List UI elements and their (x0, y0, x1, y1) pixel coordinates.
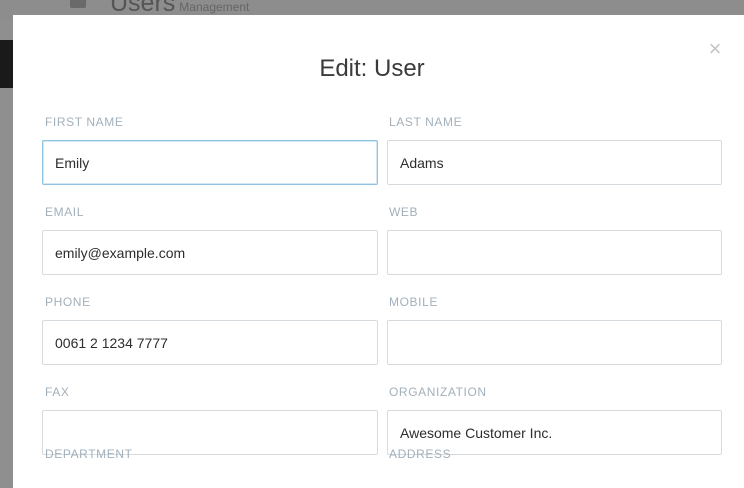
modal-title: Edit: User (319, 55, 425, 82)
background-sidebar-strip (0, 40, 13, 88)
mobile-input[interactable] (387, 320, 722, 365)
web-input[interactable] (387, 230, 722, 275)
phone-label: PHONE (45, 295, 91, 309)
menu-icon (70, 0, 86, 8)
organization-label: ORGANIZATION (389, 385, 487, 399)
mobile-label: MOBILE (389, 295, 438, 309)
background-page-subtitle: Management (179, 0, 250, 14)
department-label: DEPARTMENT (45, 447, 133, 461)
phone-input[interactable] (42, 320, 378, 365)
last-name-label: LAST NAME (389, 115, 463, 129)
edit-user-modal: × Edit: User FIRST NAME LAST NAME EMAIL … (13, 15, 744, 488)
first-name-label: FIRST NAME (45, 115, 124, 129)
fax-label: FAX (45, 385, 70, 399)
web-label: WEB (389, 205, 419, 219)
address-label: ADDRESS (389, 447, 452, 461)
email-input[interactable] (42, 230, 378, 275)
email-label: EMAIL (45, 205, 85, 219)
first-name-input[interactable] (42, 140, 378, 185)
last-name-input[interactable] (387, 140, 722, 185)
